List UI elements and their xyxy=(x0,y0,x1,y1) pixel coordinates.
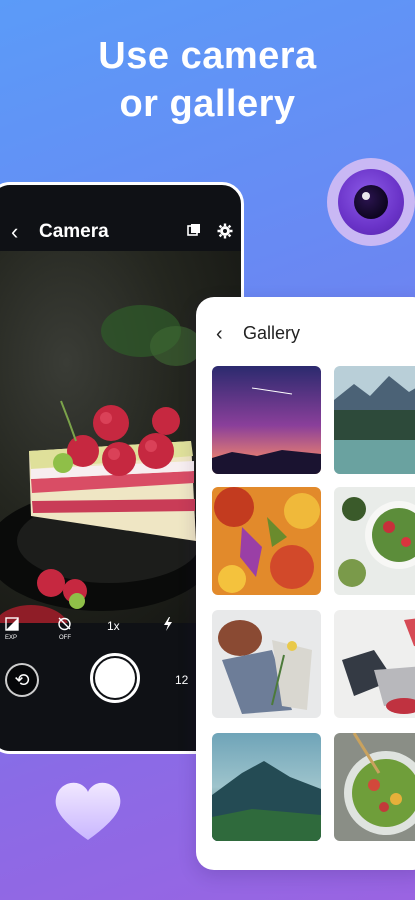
lens-inner xyxy=(338,169,404,235)
camera-lens-icon xyxy=(327,158,415,246)
headline-line-2: or gallery xyxy=(119,83,296,125)
shutter-core xyxy=(95,658,135,698)
starry-sky-photo[interactable] xyxy=(212,366,321,474)
flash-icon[interactable] xyxy=(163,617,173,634)
headline-line-1: Use camera xyxy=(98,35,317,77)
headline: Use camera or gallery xyxy=(0,32,415,128)
exposure-icon[interactable] xyxy=(5,617,19,634)
heart-icon xyxy=(52,780,124,844)
camera-title: Camera xyxy=(39,221,109,242)
timer-icon[interactable] xyxy=(57,616,72,634)
foggy-mountain-photo[interactable] xyxy=(212,733,321,841)
photo-counter: 12 xyxy=(175,673,189,687)
exposure-label: EXP xyxy=(5,635,18,641)
timer-label: OFF xyxy=(59,635,71,641)
chevron-left-icon[interactable]: ‹ xyxy=(216,323,223,346)
camera-top-bar: ‹ Camera xyxy=(0,185,241,251)
lens-pupil xyxy=(354,185,388,219)
salad-table-photo[interactable] xyxy=(334,487,415,595)
gear-icon[interactable] xyxy=(217,223,233,244)
shoes-flatlay-photo[interactable] xyxy=(334,610,415,718)
flip-camera-icon[interactable]: ⟲ xyxy=(5,663,39,697)
autumn-leaves-photo[interactable] xyxy=(212,487,321,595)
chevron-left-icon[interactable]: ‹ xyxy=(11,221,18,243)
aspect-ratio-icon[interactable] xyxy=(187,223,201,242)
salad-bowl-photo[interactable] xyxy=(334,733,415,841)
mountain-lake-photo[interactable] xyxy=(334,366,415,474)
shutter-button[interactable] xyxy=(90,653,140,703)
gallery-title: Gallery xyxy=(243,323,301,343)
clothes-flatlay-photo[interactable] xyxy=(212,610,321,718)
gallery-screen: ‹ Gallery xyxy=(196,297,415,870)
zoom-label[interactable]: 1x xyxy=(107,619,120,633)
